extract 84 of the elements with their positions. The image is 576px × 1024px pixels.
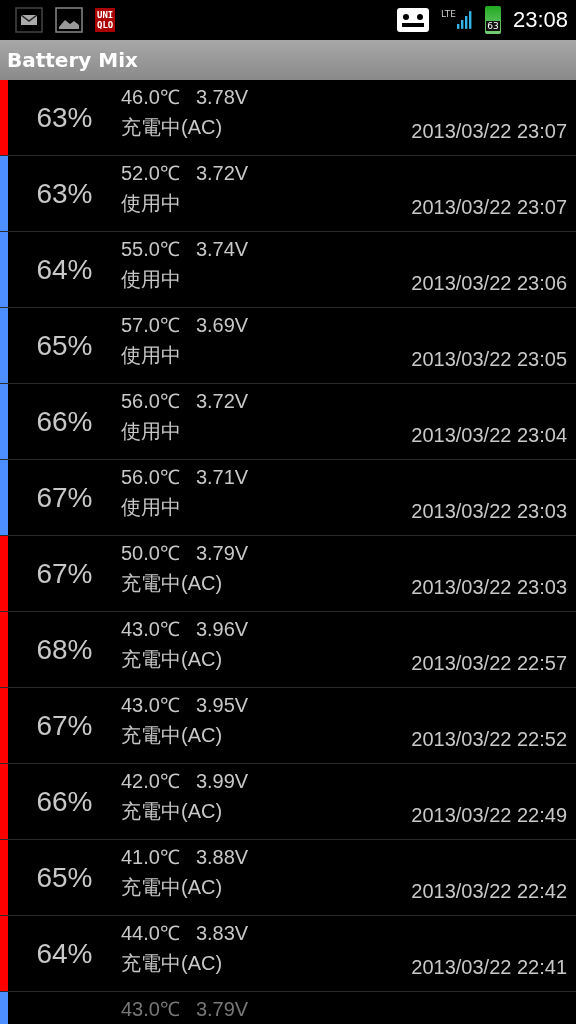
timestamp: 2013/03/22 22:41 <box>411 956 567 979</box>
charge-status: 使用中 <box>121 192 182 214</box>
history-row[interactable]: 64% 55.0℃ 3.74V 使用中 2013/03/22 23:06 <box>0 232 576 308</box>
battery-percent: 64% <box>35 937 94 970</box>
timestamp: 2013/03/22 23:07 <box>411 196 567 219</box>
charge-status: 充電中(AC) <box>121 116 224 138</box>
charge-status: 充電中(AC) <box>121 876 224 898</box>
picture-icon <box>55 7 83 33</box>
voltage: 3.79V <box>195 542 249 564</box>
charge-status: 充電中(AC) <box>121 800 224 822</box>
battery-percent: 63% <box>35 177 94 210</box>
battery-percent: 67% <box>35 709 94 742</box>
temperature: 44.0℃ <box>121 922 180 944</box>
battery-percent: 67% <box>35 481 94 514</box>
history-row[interactable]: 67% 56.0℃ 3.71V 使用中 2013/03/22 23:03 <box>0 460 576 536</box>
temperature: 56.0℃ <box>121 390 180 412</box>
network-label: LTE <box>440 9 456 19</box>
temperature: 57.0℃ <box>121 314 180 336</box>
app-title: Battery Mix <box>7 48 138 72</box>
voltage: 3.72V <box>195 390 249 412</box>
timestamp: 2013/03/22 22:49 <box>411 804 567 827</box>
history-row[interactable]: 64% 44.0℃ 3.83V 充電中(AC) 2013/03/22 22:41 <box>0 916 576 992</box>
timestamp: 2013/03/22 23:07 <box>411 120 567 143</box>
timestamp: 2013/03/22 23:04 <box>411 424 567 447</box>
temperature: 41.0℃ <box>121 846 180 868</box>
timestamp: 2013/03/22 23:05 <box>411 348 567 371</box>
history-row[interactable]: 65% 57.0℃ 3.69V 使用中 2013/03/22 23:05 <box>0 308 576 384</box>
voltage: 3.69V <box>195 314 249 336</box>
timestamp: 2013/03/22 22:42 <box>411 880 567 903</box>
charge-status: 使用中 <box>121 496 182 518</box>
signal-icon <box>456 9 473 31</box>
voltage: 3.88V <box>195 846 249 868</box>
charge-status: 使用中 <box>121 344 182 366</box>
history-row[interactable]: 67% 50.0℃ 3.79V 充電中(AC) 2013/03/22 23:03 <box>0 536 576 612</box>
battery-percent: 66% <box>35 405 94 438</box>
charge-status: 使用中 <box>121 420 182 442</box>
temperature: 43.0℃ <box>121 998 180 1020</box>
timestamp: 2013/03/22 22:57 <box>411 652 567 675</box>
charge-status: 使用中 <box>121 268 182 290</box>
voicemail-icon <box>396 8 429 32</box>
timestamp: 2013/03/22 23:03 <box>411 576 567 599</box>
history-row[interactable]: 66% 42.0℃ 3.99V 充電中(AC) 2013/03/22 22:49 <box>0 764 576 840</box>
mail-icon <box>15 7 43 33</box>
charge-status: 充電中(AC) <box>121 724 224 746</box>
voltage: 3.74V <box>195 238 249 260</box>
voltage: 3.95V <box>195 694 249 716</box>
temperature: 43.0℃ <box>121 694 180 716</box>
history-row[interactable]: 63% 46.0℃ 3.78V 充電中(AC) 2013/03/22 23:07 <box>0 80 576 156</box>
battery-percent: 64% <box>35 253 94 286</box>
battery-percent: 66% <box>35 785 94 818</box>
history-row[interactable]: 65% 41.0℃ 3.88V 充電中(AC) 2013/03/22 22:42 <box>0 840 576 916</box>
history-row[interactable]: 66% 56.0℃ 3.72V 使用中 2013/03/22 23:04 <box>0 384 576 460</box>
timestamp: 2013/03/22 22:52 <box>411 728 567 751</box>
charge-status: 充電中(AC) <box>121 648 224 670</box>
battery-percent: 63% <box>35 101 94 134</box>
battery-percent: 65% <box>35 329 94 362</box>
battery-percent: 68% <box>35 633 94 666</box>
temperature: 50.0℃ <box>121 542 180 564</box>
temperature: 42.0℃ <box>121 770 180 792</box>
voltage: 3.78V <box>195 86 249 108</box>
timestamp: 2013/03/22 23:06 <box>411 272 567 295</box>
timestamp: 2013/03/22 23:03 <box>411 500 567 523</box>
charge-status: 充電中(AC) <box>121 952 224 974</box>
voltage: 3.79V <box>195 998 249 1020</box>
temperature: 46.0℃ <box>121 86 180 108</box>
clock: 23:08 <box>512 7 568 33</box>
history-row[interactable]: 68% 43.0℃ 3.96V 充電中(AC) 2013/03/22 22:57 <box>0 612 576 688</box>
voltage: 3.71V <box>195 466 249 488</box>
battery-percent: 65% <box>35 861 94 894</box>
temperature: 43.0℃ <box>121 618 180 640</box>
voltage: 3.96V <box>195 618 249 640</box>
temperature: 52.0℃ <box>121 162 180 184</box>
voltage: 3.72V <box>195 162 249 184</box>
history-row[interactable]: 67% 43.0℃ 3.95V 充電中(AC) 2013/03/22 22:52 <box>0 688 576 764</box>
voltage: 3.83V <box>195 922 249 944</box>
app-logo: UNI QLO <box>95 8 116 32</box>
history-row[interactable]: 43.0℃ 3.79V <box>0 992 576 1024</box>
temperature: 55.0℃ <box>121 238 180 260</box>
voltage: 3.99V <box>195 770 249 792</box>
temperature: 56.0℃ <box>121 466 180 488</box>
battery-icon: 63 <box>484 6 501 34</box>
history-row[interactable]: 63% 52.0℃ 3.72V 使用中 2013/03/22 23:07 <box>0 156 576 232</box>
battery-percent: 67% <box>35 557 94 590</box>
charge-status: 充電中(AC) <box>121 572 224 594</box>
